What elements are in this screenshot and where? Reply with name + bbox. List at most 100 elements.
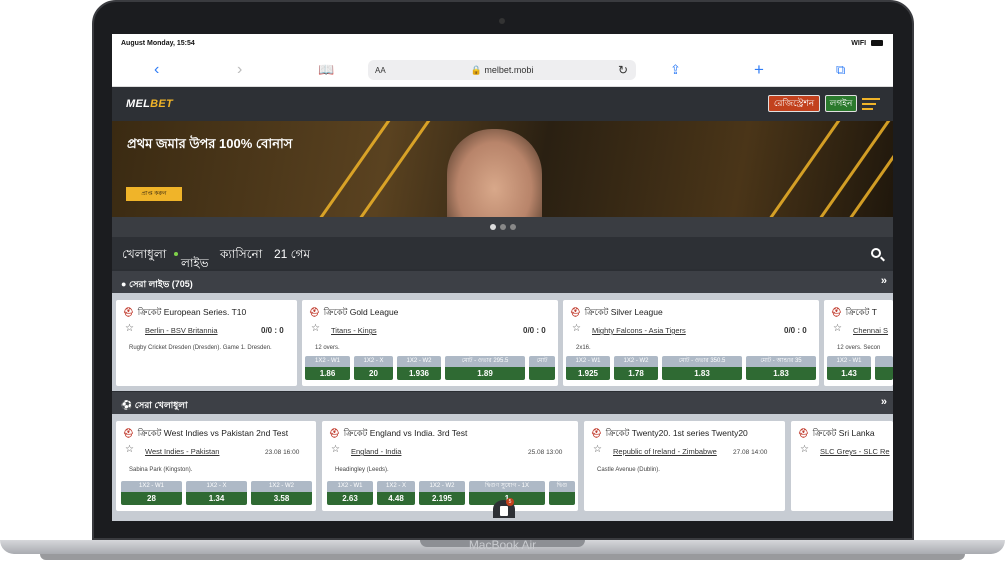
match-card[interactable]: ⛑ ক্রিকেট West Indies vs Pakistan 2nd Tes…: [116, 421, 316, 511]
odds-button[interactable]: 1X2 - X 20: [354, 356, 393, 380]
back-icon[interactable]: ‹: [154, 61, 159, 79]
match-card[interactable]: ⛑ ক্রিকেট Gold League ☆ Titans - Kings 0/…: [302, 300, 558, 386]
match-teams[interactable]: Mighty Falcons - Asia Tigers: [592, 326, 686, 335]
favorite-star-icon[interactable]: ☆: [311, 323, 320, 334]
favorite-star-icon[interactable]: ☆: [125, 323, 134, 334]
forward-icon[interactable]: ›: [237, 61, 242, 79]
match-card[interactable]: ⛑ ক্রিকেট Sri Lanka ☆ SLC Greys - SLC Re: [791, 421, 893, 511]
cricket-icon: ⛑: [831, 307, 842, 317]
favorite-star-icon[interactable]: ☆: [572, 323, 581, 334]
match-title: ⛑ ক্রিকেট Gold League: [309, 307, 399, 317]
match-score: 0/0 : 0: [261, 326, 284, 335]
odds-button[interactable]: 1X2 - W1 1.43: [827, 356, 871, 380]
match-title: ⛑ ক্রিকেট Sri Lanka: [798, 428, 875, 438]
battery-icon: [871, 40, 883, 47]
device-label: MacBook Air: [468, 538, 537, 552]
odds-button[interactable]: মোট - আন্ডার 35 1.83: [746, 356, 816, 380]
banner-title: প্রথম জমার উপর 100% বোনাস: [127, 136, 293, 151]
cricket-icon: ⛑: [798, 428, 809, 438]
bookmarks-icon[interactable]: 📖: [318, 61, 334, 79]
banner-button[interactable]: প্রাপ্ত করুন: [126, 187, 182, 201]
match-info: Headingley (Leeds).: [335, 467, 389, 473]
odds-button[interactable]: দ্বিগু: [549, 481, 575, 505]
promo-banner[interactable]: প্রথম জমার উপর 100% বোনাস প্রাপ্ত করুন: [112, 121, 893, 217]
share-icon[interactable]: ⇪: [670, 61, 681, 79]
banner-player-image: [447, 129, 542, 217]
new-tab-icon[interactable]: +: [754, 61, 764, 79]
match-teams[interactable]: West Indies - Pakistan: [145, 447, 219, 456]
match-card[interactable]: ⛑ ক্রিকেট England vs India. 3rd Test ☆ En…: [322, 421, 578, 511]
cricket-icon: ⛑: [309, 307, 320, 317]
favorite-star-icon[interactable]: ☆: [593, 444, 602, 455]
status-time: August Monday, 15:54: [121, 40, 195, 47]
url-value: melbet.mobi: [484, 65, 534, 75]
odds-button[interactable]: 1X2 - W1 28: [121, 481, 182, 505]
top-sports-header[interactable]: ⚽ সেরা খেলাধুলা »: [112, 392, 893, 414]
base-shadow: [40, 554, 965, 560]
odds-button[interactable]: 1X2 - W1 1.925: [566, 356, 610, 380]
match-title: ⛑ ক্রিকেট Silver League: [570, 307, 663, 317]
match-score: 0/0 : 0: [523, 326, 546, 335]
match-date: 27.08 14:00: [733, 449, 768, 456]
match-teams[interactable]: Berlin - BSV Britannia: [145, 326, 218, 335]
odds-button[interactable]: 1X2 - W2 1.936: [397, 356, 441, 380]
match-teams[interactable]: Chennai S: [853, 326, 888, 335]
tabs-icon[interactable]: ⧉: [836, 61, 845, 79]
favorite-star-icon[interactable]: ☆: [800, 444, 809, 455]
odds-button[interactable]: 1X2 - W2 1.78: [614, 356, 658, 380]
odds-button[interactable]: মোট: [529, 356, 555, 380]
browser-toolbar: ‹ › 📖 AA 🔒 melbet.mobi ↻ ⇪ + ⧉: [112, 54, 893, 87]
laptop-frame: August Monday, 15:54 WIFI ‹ › 📖 AA 🔒 mel…: [0, 0, 1005, 577]
odds-button[interactable]: 1X2 - W2 2.195: [419, 481, 465, 505]
match-title: ⛑ ক্রিকেট Twenty20. 1st series Twenty20: [591, 428, 748, 438]
match-card[interactable]: ⛑ ক্রিকেট Twenty20. 1st series Twenty20 ☆…: [584, 421, 785, 511]
nav-live[interactable]: লাইভ: [174, 246, 209, 270]
favorite-star-icon[interactable]: ☆: [833, 323, 842, 334]
match-info: Rugby Cricket Dresden (Dresden). Game 1.…: [129, 345, 272, 351]
bet-slip-button[interactable]: 5: [493, 498, 515, 518]
match-card[interactable]: ⛑ ক্রিকেট T ☆ Chennai S 12 overs. Secon 1…: [824, 300, 893, 386]
menu-icon[interactable]: [862, 98, 880, 110]
odds-button[interactable]: 1X2 - W1 2.63: [327, 481, 373, 505]
nav-sports[interactable]: খেলাধুলা: [122, 246, 166, 266]
search-icon[interactable]: [871, 248, 881, 258]
odds-button[interactable]: [875, 356, 893, 380]
banner-pagination[interactable]: [112, 217, 893, 237]
wifi-label: WIFI: [851, 40, 867, 47]
top-live-header[interactable]: ● সেরা লাইভ (705) »: [112, 271, 893, 293]
match-card[interactable]: ⛑ ক্রিকেট Silver League ☆ Mighty Falcons …: [563, 300, 819, 386]
match-card[interactable]: ⛑ ক্রিকেট European Series. T10 ☆ Berlin -…: [116, 300, 297, 386]
odds-button[interactable]: মোট - ওভার 350.5 1.83: [662, 356, 742, 380]
reload-icon[interactable]: ↻: [618, 63, 628, 77]
odds-button[interactable]: 1X2 - X 4.48: [377, 481, 415, 505]
match-teams[interactable]: Republic of Ireland - Zimbabwe: [613, 447, 717, 456]
chevron-right-icon[interactable]: »: [881, 396, 887, 408]
match-teams[interactable]: England - India: [351, 447, 401, 456]
melbet-logo[interactable]: MELBET: [126, 98, 173, 110]
match-title: ⛑ ক্রিকেট West Indies vs Pakistan 2nd Tes…: [123, 428, 289, 438]
camera-icon: [499, 18, 505, 24]
odds-button[interactable]: 1X2 - W2 3.58: [251, 481, 312, 505]
top-live-title: ● সেরা লাইভ (705): [121, 279, 193, 289]
top-sports-title: ⚽ সেরা খেলাধুলা: [121, 400, 188, 410]
site-header: MELBET রেজিস্ট্রেশন লগইন: [112, 87, 893, 121]
match-teams[interactable]: SLC Greys - SLC Re: [820, 447, 890, 456]
nav-games[interactable]: 21 গেম: [274, 246, 310, 266]
address-bar[interactable]: AA 🔒 melbet.mobi ↻: [368, 60, 636, 80]
favorite-star-icon[interactable]: ☆: [331, 444, 340, 455]
odds-button[interactable]: 1X2 - W1 1.86: [305, 356, 350, 380]
nav-casino[interactable]: ক্যাসিনো: [220, 246, 262, 266]
match-title: ⛑ ক্রিকেট T: [831, 307, 877, 317]
match-title: ⛑ ক্রিকেট England vs India. 3rd Test: [329, 428, 468, 438]
match-teams[interactable]: Titans - Kings: [331, 326, 377, 335]
login-button[interactable]: লগইন: [825, 95, 857, 112]
favorite-star-icon[interactable]: ☆: [125, 444, 134, 455]
match-info: 2x16.: [576, 345, 591, 351]
register-button[interactable]: রেজিস্ট্রেশন: [768, 95, 820, 112]
cricket-icon: ⛑: [123, 428, 134, 438]
odds-button[interactable]: মোট - ওভার 295.5 1.89: [445, 356, 525, 380]
match-info: Castle Avenue (Dublin).: [597, 467, 660, 473]
main-nav: খেলাধুলা লাইভ ক্যাসিনো 21 গেম: [112, 237, 893, 270]
odds-button[interactable]: 1X2 - X 1.34: [186, 481, 247, 505]
chevron-right-icon[interactable]: »: [881, 275, 887, 287]
